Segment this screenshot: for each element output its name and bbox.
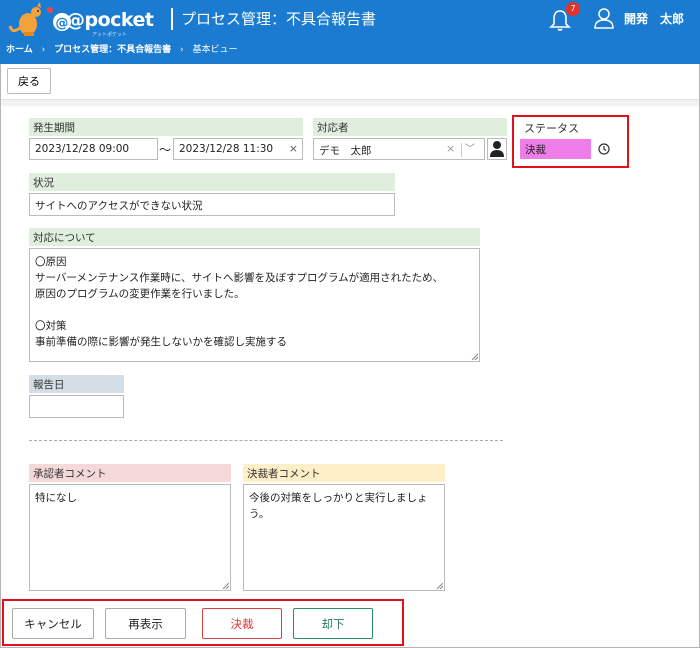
select-divider [461, 143, 462, 157]
user-icon[interactable] [594, 7, 614, 29]
period-separator: ～ [159, 143, 172, 157]
breadcrumb-separator: › [41, 45, 46, 55]
response-line [35, 302, 474, 318]
page-title: プロセス管理：不具合報告書 [181, 10, 377, 28]
breadcrumb-process[interactable]: プロセス管理：不具合報告書 [54, 45, 171, 55]
response-textarea[interactable]: 〇原因 サーバーメンテナンス作業時に、サイトへ影響を及ぼすプログラムが適用された… [29, 248, 480, 362]
breadcrumb-separator: › [179, 45, 184, 55]
resize-grip-icon[interactable] [470, 352, 478, 360]
approve-button[interactable]: 決裁 [202, 608, 282, 639]
clear-icon[interactable]: × [289, 142, 298, 155]
period-start-value: 2023/12/28 09:00 [35, 143, 130, 155]
status-label: ステータス [524, 122, 579, 135]
approver-comment-textarea[interactable]: 特になし [29, 484, 231, 591]
decider-comment-value: 今後の対策をしっかりと実行しましょう。 [249, 492, 428, 520]
back-button[interactable]: 戻る [7, 68, 51, 94]
clock-icon[interactable] [598, 143, 610, 155]
response-line: サーバーメンテナンス作業時に、サイトへ影響を及ぼすプログラムが適用されたため、 [35, 272, 444, 284]
resize-grip-icon[interactable] [435, 581, 443, 589]
report-date-field[interactable] [29, 395, 124, 418]
response-line: 事前準備の際に影響が発生しないかを確認し実施する [35, 336, 287, 348]
reject-button[interactable]: 却下 [293, 608, 373, 639]
period-label: 発生期間 [29, 118, 303, 136]
toolbar: 戻る [1, 64, 699, 100]
situation-label: 状況 [29, 173, 395, 191]
situation-value: サイトへのアクセスができない状況 [35, 200, 203, 212]
clear-icon[interactable]: × [446, 142, 455, 155]
approver-comment-label: 承認者コメント [29, 464, 231, 482]
title-divider [171, 8, 173, 30]
decider-comment-label: 決裁者コメント [243, 464, 445, 482]
period-end-field[interactable]: 2023/12/28 11:30 × [173, 138, 303, 160]
period-start-field[interactable]: 2023/12/28 09:00 [29, 138, 158, 160]
toolbar-separator [1, 100, 699, 106]
response-line: 〇対策 [35, 320, 67, 332]
chevron-down-icon[interactable]: ﹀ [465, 140, 475, 155]
user-name[interactable]: 開発 太郎 [624, 10, 684, 27]
refresh-button[interactable]: 再表示 [105, 608, 186, 639]
responder-label: 対応者 [313, 118, 507, 136]
breadcrumb: ホーム › プロセス管理：不具合報告書 › 基本ビュー [6, 42, 243, 55]
situation-field[interactable]: サイトへのアクセスができない状況 [29, 193, 395, 216]
status-badge: 決裁 [520, 139, 591, 159]
period-end-value: 2023/12/28 11:30 [179, 143, 274, 155]
logo-text: @pocket [66, 9, 154, 31]
approver-comment-value: 特になし [35, 492, 77, 504]
section-divider [29, 440, 503, 441]
responder-select[interactable]: デモ 太郎 × ﹀ [313, 138, 485, 160]
decider-comment-textarea[interactable]: 今後の対策をしっかりと実行しましょう。 [243, 484, 445, 591]
user-picker-button[interactable] [487, 138, 507, 160]
app-header: @ @pocket アットポケット プロセス管理：不具合報告書 7 開発 太郎 … [0, 0, 700, 64]
breadcrumb-home[interactable]: ホーム [6, 45, 33, 55]
breadcrumb-current: 基本ビュー [192, 45, 238, 55]
response-line: 〇原因 [35, 256, 67, 268]
cancel-button[interactable]: キャンセル [12, 608, 94, 639]
response-label: 対応について [29, 228, 480, 246]
person-icon [490, 141, 504, 157]
resize-grip-icon[interactable] [221, 581, 229, 589]
notification-badge: 7 [566, 2, 580, 16]
responder-value: デモ 太郎 [319, 145, 372, 157]
response-line: 原因のプログラムの変更作業を行いました。 [35, 288, 245, 300]
report-date-label: 報告日 [29, 375, 124, 393]
logo-subtext: アットポケット [92, 32, 128, 38]
